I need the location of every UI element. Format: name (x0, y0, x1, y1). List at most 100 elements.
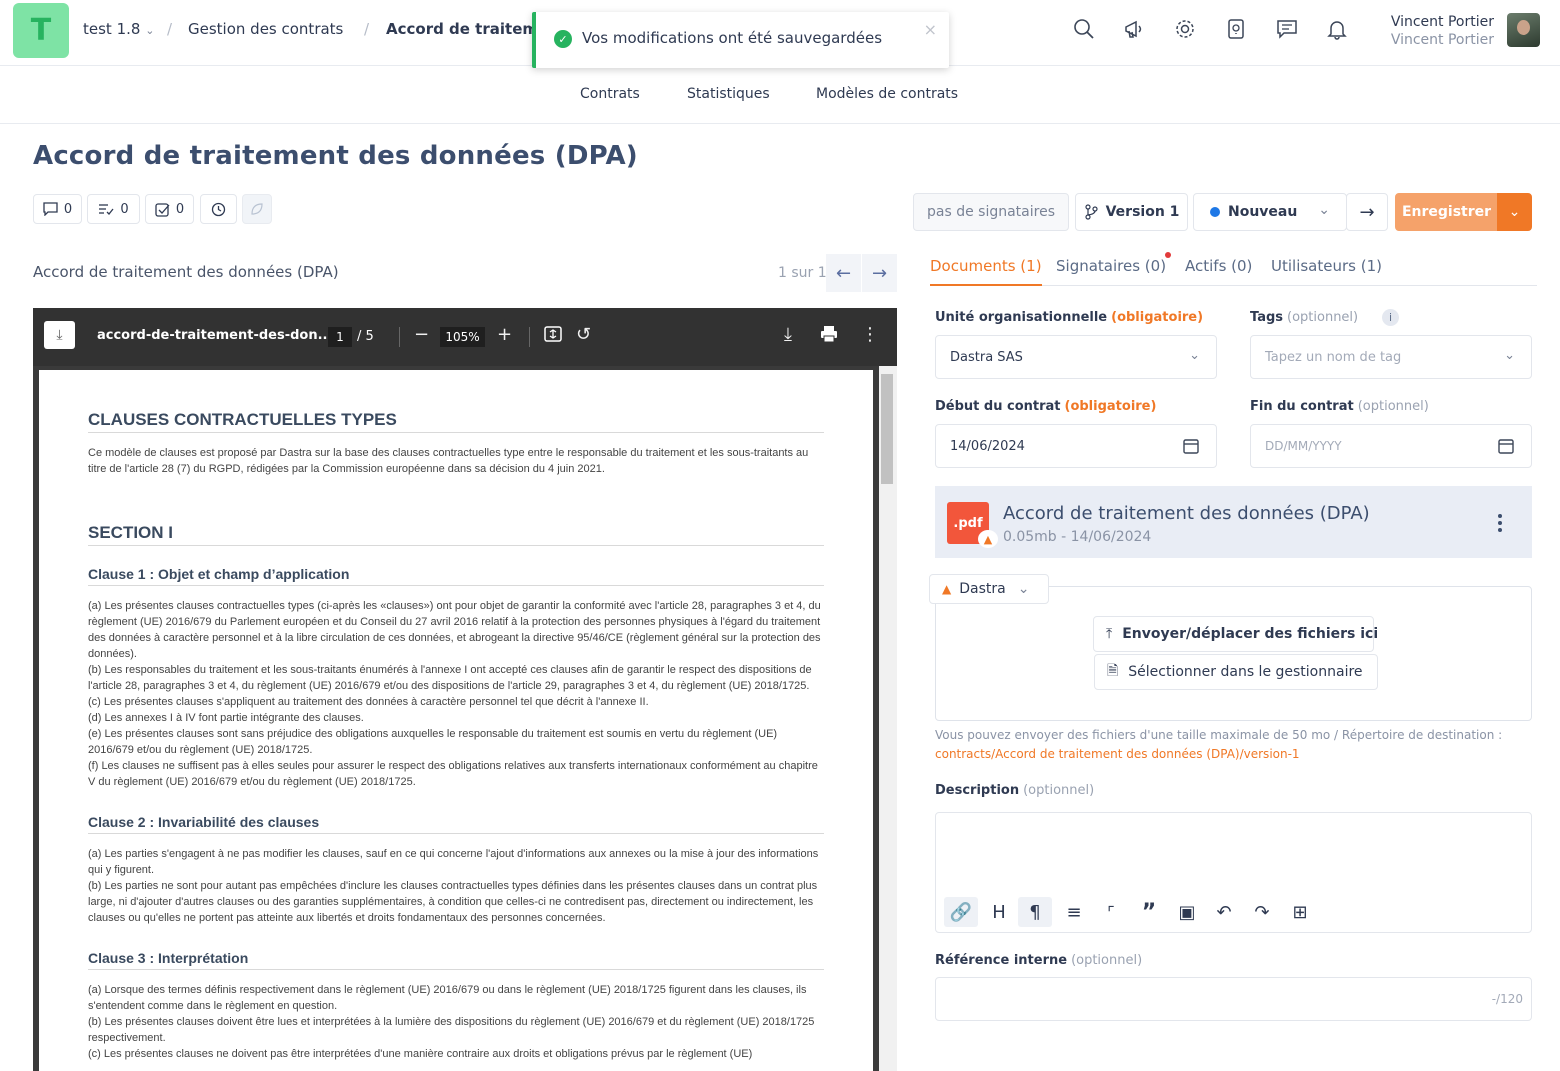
upload-destination-path: contracts/Accord de traitement des donné… (935, 747, 1300, 761)
numbered-list-icon[interactable]: ⌜ (1094, 897, 1128, 927)
file-plus-icon: 🗎 (1107, 663, 1119, 679)
tags-label: Tags (optionnel) (1250, 310, 1359, 325)
chevron-down-icon: ⌄ (1189, 348, 1200, 363)
workspace-logo[interactable]: T (13, 3, 69, 58)
dastra-icon: ▲ (978, 530, 998, 548)
bell-icon[interactable] (1324, 16, 1350, 42)
pdf-viewer: ⤓ accord-de-traitement-des-don... 1 / 5 … (33, 308, 897, 1071)
tab-assets[interactable]: Actifs (0) (1185, 257, 1252, 275)
tags-input[interactable]: Tapez un nom de tag ⌄ (1250, 335, 1532, 379)
link-icon[interactable]: 🔗 (944, 897, 978, 927)
leaf-button[interactable] (242, 194, 272, 224)
rotate-icon[interactable]: ↺ (576, 325, 591, 345)
table-icon[interactable]: ⊞ (1283, 897, 1317, 927)
checklist-count: 0 (175, 201, 185, 217)
paragraph-icon[interactable]: ¶ (1018, 897, 1052, 927)
clause-paragraph: (c) Les présentes clauses s'appliquent a… (88, 696, 649, 708)
tab-signers[interactable]: Signataires (0) (1056, 257, 1166, 275)
undo-icon[interactable]: ↶ (1207, 897, 1241, 927)
prev-document-button[interactable]: ← (826, 254, 861, 292)
nav-templates[interactable]: Modèles de contrats (816, 86, 958, 102)
end-date-input[interactable]: DD/MM/YYYY (1250, 424, 1532, 468)
breadcrumb-contracts[interactable]: Gestion des contrats (188, 20, 343, 38)
megaphone-icon[interactable] (1121, 16, 1147, 42)
tasks-button[interactable]: 0 (87, 194, 140, 224)
redo-icon[interactable]: ↷ (1245, 897, 1279, 927)
clause-3-title: Clause 3 : Interprétation (88, 950, 824, 970)
doc-section-heading: SECTION I (88, 523, 824, 546)
bullet-list-icon[interactable]: ≡ (1057, 897, 1091, 927)
calendar-icon[interactable] (1182, 437, 1200, 459)
history-button[interactable] (200, 194, 237, 224)
pdf-scrollbar[interactable] (879, 366, 897, 1071)
next-document-button[interactable]: → (862, 254, 897, 292)
search-icon[interactable] (1071, 16, 1097, 42)
info-icon[interactable]: i (1382, 309, 1399, 326)
calendar-icon[interactable] (1497, 437, 1515, 459)
save-button[interactable]: Enregistrer (1395, 193, 1498, 231)
org-unit-select[interactable]: Dastra SAS ⌄ (935, 335, 1217, 379)
page-number-input[interactable]: 1 (328, 327, 352, 347)
clause-paragraph: (b) Les parties ne sont pour autant pas … (88, 880, 818, 924)
scrollbar-thumb[interactable] (881, 374, 893, 484)
description-editor[interactable]: 🔗 H ¶ ≡ ⌜ ” ▣ ↶ ↷ ⊞ (935, 812, 1532, 933)
org-unit-value: Dastra SAS (950, 349, 1023, 365)
print-icon[interactable] (820, 325, 838, 348)
zoom-level[interactable]: 105% (440, 327, 485, 347)
source-label: Dastra (959, 581, 1006, 597)
breadcrumb-separator: / (167, 20, 173, 38)
version-button[interactable]: Version 1 (1075, 193, 1188, 231)
user-name[interactable]: Vincent Portier (1391, 14, 1494, 30)
success-toast: ✓ Vos modifications ont été sauvegardées… (532, 12, 949, 68)
more-vertical-icon[interactable] (1498, 514, 1502, 532)
heading-icon[interactable]: H (982, 897, 1016, 927)
dastra-icon: ▲ (942, 582, 952, 596)
status-label: Nouveau (1228, 204, 1298, 220)
upload-hint: Vous pouvez envoyer des fichiers d'une t… (935, 728, 1503, 742)
reference-label: Référence interne (optionnel) (935, 953, 1143, 968)
notification-dot (1165, 252, 1171, 258)
save-options-button[interactable]: ⌄ (1497, 193, 1532, 231)
document-card[interactable]: .pdf ▲ Accord de traitement des données … (935, 486, 1532, 558)
zoom-out-icon[interactable]: − (414, 325, 429, 345)
close-icon[interactable]: × (924, 20, 937, 39)
workspace-selector[interactable]: test 1.8 ⌄ (83, 20, 154, 38)
image-icon[interactable]: ▣ (1170, 897, 1204, 927)
arrow-right-icon: → (1359, 201, 1375, 223)
download-thumb-icon[interactable]: ⤓ (44, 321, 75, 349)
character-counter: -/120 (1491, 992, 1523, 1006)
quote-icon[interactable]: ” (1132, 897, 1166, 927)
comments-button[interactable]: 0 (33, 194, 82, 224)
chevron-down-icon: ⌄ (145, 24, 155, 37)
avatar[interactable] (1507, 13, 1540, 47)
reference-input[interactable]: -/120 (935, 977, 1532, 1021)
nav-statistics[interactable]: Statistiques (687, 86, 770, 102)
next-status-button[interactable]: → (1346, 193, 1388, 231)
zoom-in-icon[interactable]: + (497, 325, 512, 345)
select-from-manager-button[interactable]: 🗎 Sélectionner dans le gestionnaire (1094, 654, 1378, 690)
pdf-page: CLAUSES CONTRACTUELLES TYPES Ce modèle d… (39, 370, 873, 1071)
status-select[interactable]: Nouveau ⌄ (1193, 193, 1347, 231)
start-date-input[interactable]: 14/06/2024 (935, 424, 1217, 468)
help-icon[interactable] (1223, 16, 1249, 42)
tab-documents[interactable]: Documents (1) (930, 257, 1042, 286)
version-label: Version 1 (1105, 204, 1180, 220)
end-date-placeholder: DD/MM/YYYY (1265, 439, 1342, 453)
upload-button[interactable]: ⤒ Envoyer/déplacer des fichiers ici (1093, 616, 1378, 652)
chat-icon[interactable] (1274, 16, 1300, 42)
more-options-icon[interactable]: ⋮ (861, 325, 879, 345)
tab-users[interactable]: Utilisateurs (1) (1271, 257, 1382, 275)
document-title[interactable]: Accord de traitement des données (DPA) (1003, 503, 1370, 524)
page-total: / 5 (357, 329, 374, 344)
signers-button[interactable]: pas de signataires (913, 193, 1069, 231)
fit-page-icon[interactable] (543, 325, 563, 348)
checklist-button[interactable]: 0 (145, 194, 194, 224)
clause-paragraph: (a) Lorsque des termes définis respectiv… (88, 984, 807, 1012)
user-subtitle: Vincent Portier (1390, 32, 1494, 48)
nav-contracts[interactable]: Contrats (580, 86, 640, 102)
document-meta: 0.05mb - 14/06/2024 (1003, 529, 1152, 545)
source-select[interactable]: ▲ Dastra ⌄ (929, 574, 1049, 604)
gear-icon[interactable] (1172, 16, 1198, 42)
arrow-right-icon: → (871, 262, 888, 284)
download-icon[interactable]: ⤓ (784, 325, 792, 345)
